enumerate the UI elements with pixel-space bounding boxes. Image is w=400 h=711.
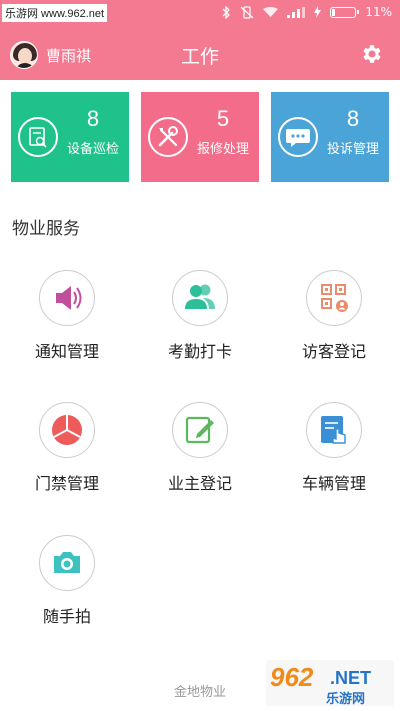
service-owner[interactable]: 业主登记	[140, 402, 260, 494]
qr-visitor-icon	[306, 270, 362, 326]
wifi-icon	[263, 6, 279, 17]
stat-label: 设备巡检	[66, 142, 119, 157]
service-snapshot[interactable]: 随手拍	[7, 535, 127, 627]
watermark-brand: 乐游网	[326, 692, 366, 707]
watermark-logo: 962	[270, 662, 314, 692]
signal-icon	[287, 6, 306, 18]
stat-card-complaint[interactable]: 8 投诉管理	[271, 92, 389, 182]
section-title: 物业服务	[12, 219, 80, 239]
watermark-domain: .NET	[330, 668, 372, 688]
service-label: 门禁管理	[34, 474, 99, 493]
speaker-icon	[39, 270, 95, 326]
edit-icon	[172, 402, 228, 458]
service-access[interactable]: 门禁管理	[7, 402, 127, 494]
stat-card-inspection[interactable]: 8 设备巡检	[11, 92, 129, 182]
chat-bubble-icon	[278, 117, 318, 157]
touch-doc-icon	[306, 402, 362, 458]
battery-percent: 11%	[365, 5, 392, 19]
gear-icon[interactable]	[360, 42, 384, 66]
pie-chart-icon	[39, 402, 95, 458]
tools-icon	[148, 117, 188, 157]
service-notice[interactable]: 通知管理	[7, 270, 127, 362]
service-label: 业主登记	[167, 474, 232, 493]
service-label: 随手拍	[42, 607, 91, 626]
charging-icon	[314, 6, 322, 18]
service-visitor[interactable]: 访客登记	[274, 270, 394, 362]
stat-label: 投诉管理	[326, 142, 379, 157]
stat-count: 8	[346, 106, 360, 131]
stat-card-repair[interactable]: 5 报修处理	[141, 92, 259, 182]
stat-count: 8	[86, 106, 100, 131]
username[interactable]: 曹雨祺	[46, 45, 91, 66]
service-attendance[interactable]: 考勤打卡	[140, 270, 260, 362]
battery-icon	[330, 6, 360, 18]
app-header: 曹雨祺 工作	[0, 28, 400, 80]
inspection-icon	[18, 117, 58, 157]
service-label: 通知管理	[34, 342, 99, 361]
camera-icon	[39, 535, 95, 591]
service-vehicle[interactable]: 车辆管理	[274, 402, 394, 494]
vibrate-off-icon	[240, 5, 254, 19]
bluetooth-icon	[222, 5, 231, 19]
site-watermark: 962 .NET 乐游网	[266, 660, 394, 707]
service-label: 车辆管理	[301, 474, 366, 493]
watermark-label: 乐游网 www.962.net	[2, 4, 108, 22]
service-label: 访客登记	[301, 342, 366, 361]
service-label: 考勤打卡	[167, 342, 232, 361]
avatar[interactable]	[10, 41, 38, 69]
stat-count: 5	[216, 106, 230, 131]
status-bar: 乐游网 www.962.net 11%	[0, 0, 400, 28]
users-icon	[172, 270, 228, 326]
stat-label: 报修处理	[196, 142, 249, 157]
